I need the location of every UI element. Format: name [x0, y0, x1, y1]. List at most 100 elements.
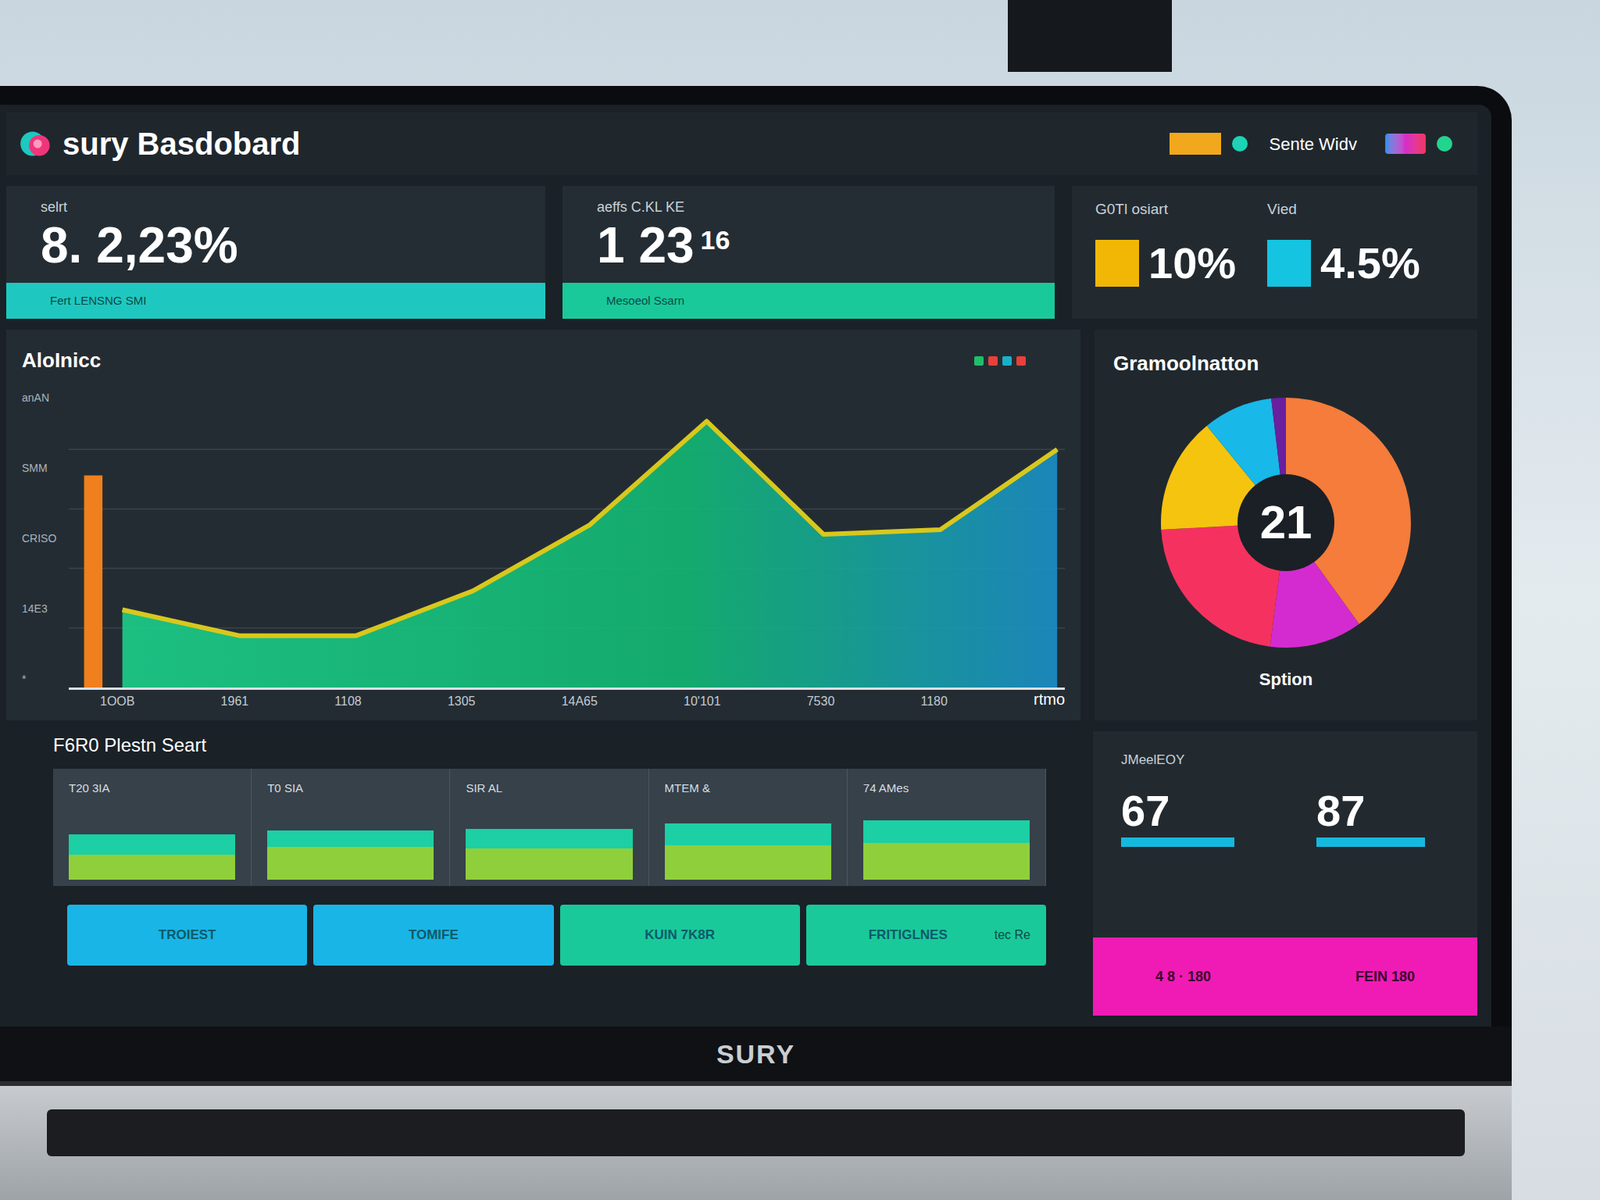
chart-bar [84, 475, 104, 688]
screen-bezel: sury BasdobardSente Widvselrt8. 2,23%Fer… [0, 85, 1512, 1027]
footer-text: FEIN 180 [1355, 966, 1415, 988]
chart-area [122, 421, 1058, 688]
stats-card: G0Tl osiart10% Vied4.5% [1071, 185, 1478, 319]
action-button[interactable]: FRITIGLNEStec Re [806, 904, 1047, 966]
donut-segment [1200, 436, 1372, 609]
header: sury Basdobard Sente Widv [6, 112, 1478, 175]
button-label: KUIN 7K8R [644, 925, 715, 946]
legend-swatch [1002, 356, 1012, 366]
tile-strip: T20 3IA T0 SIA SIR AL MTEM & 74 AMes [53, 768, 1047, 886]
kpi-superscript: 16 [700, 225, 731, 255]
bezel-bottom: SURY [0, 1026, 1512, 1082]
action-button[interactable]: KUIN 7K8R [560, 904, 800, 966]
kpi-value: 1 2316 [596, 217, 1021, 273]
mini-chart-tile: SIR AL [450, 768, 649, 886]
page: sury BasdobardSente Widvselrt8. 2,23%Fer… [0, 0, 1600, 1200]
mini-chart-tile: T20 3IA [53, 768, 252, 886]
donut-panel: Gramoolnatton21Sption [1094, 329, 1478, 721]
online-dot-icon [1436, 135, 1453, 152]
chart-legend [974, 356, 1065, 366]
stat: Vied4.5% [1267, 198, 1421, 307]
grid-line [68, 508, 1065, 511]
action-button[interactable]: TOMIFE [313, 904, 554, 966]
kpi-row: selrt8. 2,23%Fert LENSNG SMIaeffs C.KL K… [6, 185, 1478, 319]
keyboard [46, 1109, 1465, 1157]
laptop: sury BasdobardSente Widvselrt8. 2,23%Fer… [0, 85, 1512, 1200]
orange-flag-icon [1169, 132, 1222, 155]
donut-segment [1200, 436, 1372, 609]
grid-line [68, 448, 1065, 450]
donut-center-value: 21 [1260, 499, 1313, 547]
keyboard-deck [0, 1081, 1512, 1200]
donut-title: Gramoolnatton [1113, 348, 1259, 379]
status-dot-icon [1232, 135, 1248, 152]
kpi-bar: Mesoeol Ssarn [562, 282, 1055, 319]
donut-chart: 21 [1153, 389, 1419, 656]
stat: G0Tl osiart10% [1095, 198, 1236, 307]
legend-swatch [1016, 356, 1026, 366]
y-tick: CRISO [21, 530, 69, 547]
stat-swatch [1267, 239, 1311, 287]
summary-bar [1121, 837, 1235, 847]
summary-bar [1316, 837, 1425, 847]
y-tick: 14E3 [21, 600, 69, 618]
logo-icon [18, 126, 54, 161]
donut-segment [1200, 436, 1372, 609]
stat-swatch [1095, 239, 1140, 287]
kpi-value: 8. 2,23% [40, 217, 511, 273]
x-tick: rtmo [1033, 687, 1065, 711]
tile-upper-area [465, 828, 633, 849]
screen: sury BasdobardSente Widvselrt8. 2,23%Fer… [0, 104, 1492, 1027]
background [0, 0, 1600, 86]
chart-panel: AloIniccanANSMMCRISO14E3*1OOB19611108130… [6, 329, 1081, 721]
summary-value: 87 [1316, 789, 1450, 833]
monitor-stand [1007, 0, 1172, 72]
stat-value: 4.5% [1320, 230, 1421, 297]
x-tick: 7530 [807, 692, 836, 711]
kpi-bar-text: Fert LENSNG SMI [50, 292, 147, 311]
tile-label: MTEM & [664, 779, 832, 798]
tile-lower-area [863, 842, 1030, 880]
donut-hole [1237, 474, 1335, 572]
action-button[interactable]: TROIEST [67, 904, 308, 966]
mini-chart-tile: MTEM & [649, 768, 848, 886]
y-axis: anANSMMCRISO14E3* [21, 389, 69, 711]
x-tick: 1305 [447, 692, 476, 711]
legend-swatch [974, 356, 984, 366]
stat-value: 10% [1148, 230, 1236, 297]
chart-title: AloInicc [21, 345, 101, 376]
legend-swatch [988, 356, 998, 366]
x-tick: 1108 [334, 692, 361, 711]
laptop-brand: SURY [716, 1034, 796, 1075]
chart-row: AloIniccanANSMMCRISO14E3*1OOB19611108130… [6, 329, 1478, 721]
kpi-bar: Fert LENSNG SMI [6, 282, 546, 319]
donut-segment [1200, 436, 1372, 609]
tile-lower-area [267, 846, 434, 880]
app-title: sury Basdobard [62, 120, 301, 168]
chart-line [122, 421, 1058, 636]
tile-upper-area [863, 820, 1030, 843]
tile-label: 74 AMes [863, 779, 1030, 798]
x-tick: 1OOB [100, 692, 135, 711]
mini-chart-tile: T0 SIA [251, 768, 450, 886]
x-tick: 10'101 [683, 692, 722, 711]
status-text: Sente Widv [1269, 131, 1358, 158]
donut-segment [1200, 436, 1372, 609]
x-axis: 1OOB19611108130514A6510'10175301180rtmo [68, 687, 1065, 711]
tile-lower-area [465, 848, 633, 880]
tile-label: SIR AL [465, 779, 633, 798]
bottom-row: F6R0 Plestn SeartT20 3IAT0 SIASIR ALMTEM… [6, 731, 1478, 1016]
tile-label: T0 SIA [267, 779, 434, 798]
summary-label: JMeelEOY [1121, 750, 1450, 771]
tile-label: T20 3IA [68, 779, 236, 798]
kpi-card: selrt8. 2,23%Fert LENSNG SMI [6, 185, 546, 319]
button-label: TOMIFE [408, 925, 459, 946]
y-tick: * [21, 671, 69, 688]
y-tick: SMM [21, 460, 69, 477]
button-row: TROIEST TOMIFE KUIN 7K8R FRITIGLNEStec Re [67, 904, 1047, 966]
tile-upper-area [68, 834, 236, 855]
button-hint: tec Re [994, 925, 1031, 945]
donut-segment [1200, 436, 1372, 609]
x-tick: 14A65 [561, 692, 598, 711]
tile-lower-area [68, 854, 236, 880]
